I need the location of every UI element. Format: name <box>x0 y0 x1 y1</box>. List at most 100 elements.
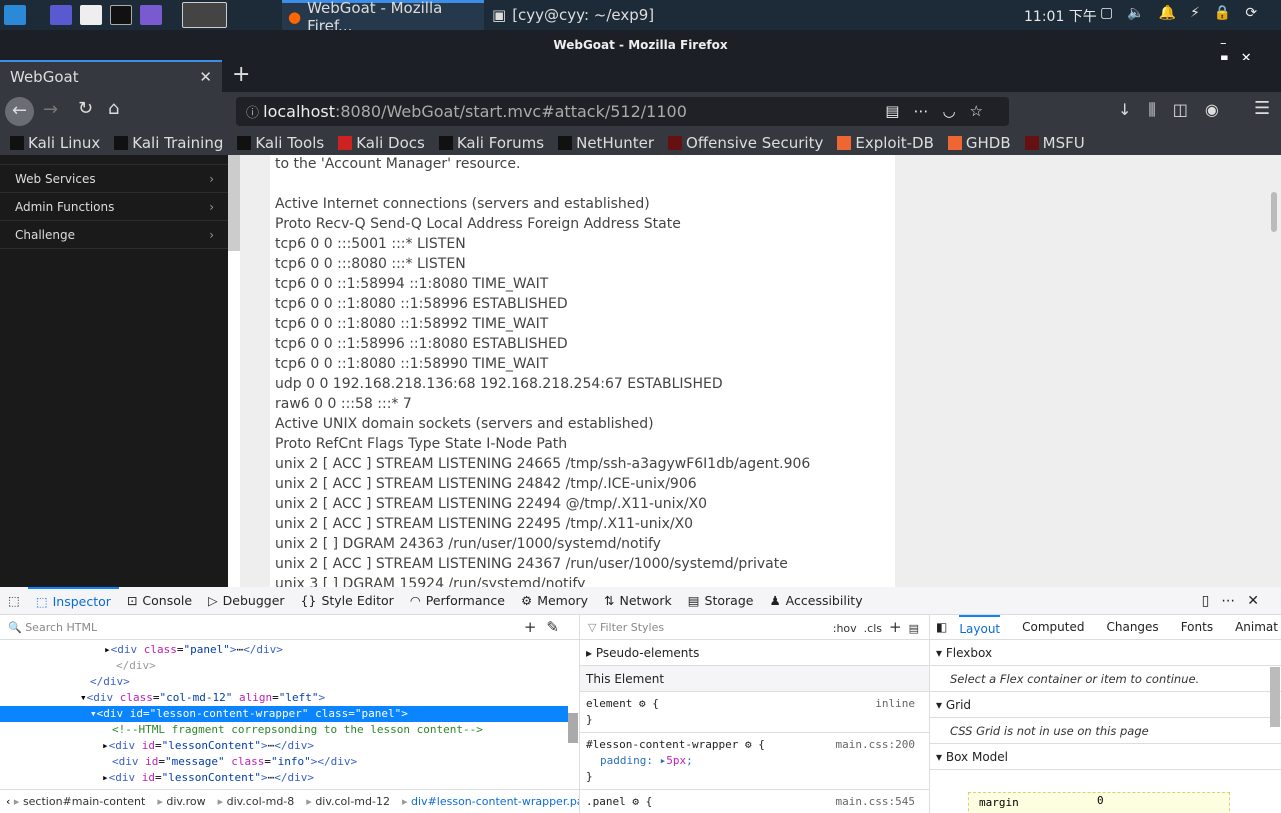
content-line: Proto RefCnt Flags Type State I-Node Pat… <box>275 436 568 452</box>
markup-node[interactable]: </div> <box>0 674 579 690</box>
css-declaration[interactable]: padding: ▸5px; <box>586 753 923 769</box>
sidebar-item-challenge[interactable]: Challenge › <box>0 221 228 249</box>
tab-performance[interactable]: ◠ Performance <box>402 587 513 615</box>
markup-node[interactable]: ▸<div id="lessonContent">⋯</div> <box>0 738 579 754</box>
bookmark-kali-training[interactable]: Kali Training <box>114 134 223 152</box>
taskbar-window-firefox[interactable]: ● WebGoat - Mozilla Firef... <box>282 0 484 35</box>
url-bar[interactable]: ⓘ localhost:8080/WebGoat/start.mvc#attac… <box>236 97 1009 126</box>
firefox-icon: ● <box>288 7 302 26</box>
bookmark-ghdb[interactable]: GHDB <box>947 133 1011 152</box>
pseudo-elements-toggle[interactable]: ▸ Pseudo-elements <box>580 640 929 666</box>
menu-button[interactable]: ☰ <box>1254 98 1270 119</box>
tab-debugger[interactable]: ▷ Debugger <box>200 587 293 615</box>
browser-tab[interactable]: WebGoat ✕ <box>0 60 222 92</box>
bookmark-icon <box>837 135 852 150</box>
markup-scrollbar[interactable] <box>568 713 578 743</box>
bookmark-exploit-db[interactable]: Exploit-DB <box>837 134 934 152</box>
desktop-icon[interactable] <box>50 5 72 25</box>
hov-toggle[interactable]: :hov <box>833 622 857 635</box>
markup-node[interactable]: ▸<div class="panel">⋯</div> <box>0 642 579 658</box>
bookmark-kali-forums[interactable]: Kali Forums <box>438 134 544 152</box>
bookmark-kali-tools[interactable]: Kali Tools <box>237 134 324 152</box>
taskbar-window-terminal[interactable]: ▣ [cyy@cyy: ~/exp9] <box>486 0 660 30</box>
breadcrumb-item[interactable]: div#lesson-content-wrapper.panel <box>411 795 579 808</box>
css-rule[interactable]: #lesson-content-wrapper ⚙ {main.css:200 p… <box>580 733 929 790</box>
breadcrumb-item[interactable]: div.col-md-8 <box>227 795 295 808</box>
tab-inspector[interactable]: ⬚ Inspector <box>27 586 119 615</box>
bookmark-label: Kali Linux <box>28 133 101 152</box>
content-line: tcp6 0 0 ::1:58996 ::1:8080 ESTABLISHED <box>275 336 568 352</box>
layout-tab-animat[interactable]: Animat <box>1235 615 1278 639</box>
rule-source-link[interactable]: main.css:545 <box>836 794 915 810</box>
url-actions[interactable]: ▤⋯◡☆ <box>885 97 997 126</box>
tab-style-editor[interactable]: {} Style Editor <box>293 587 402 615</box>
home-button[interactable]: ⌂ <box>108 98 119 119</box>
bookmark-offensive-security[interactable]: Offensive Security <box>668 134 823 152</box>
breadcrumb-item[interactable]: div.row <box>166 795 205 808</box>
bookmark-kali-docs[interactable]: Kali Docs <box>338 134 425 152</box>
layout-tab-fonts[interactable]: Fonts <box>1181 615 1213 639</box>
tab-storage[interactable]: ▤ Storage <box>680 587 762 615</box>
add-rule-button[interactable]: + <box>889 618 902 636</box>
box-model-section[interactable]: ▾ Box Model <box>930 744 1281 770</box>
lesson-content: to the 'Account Manager' resource. Active… <box>270 155 895 587</box>
markup-node-selected[interactable]: ▾<div id="lesson-content-wrapper" class=… <box>0 706 568 722</box>
element-picker-icon[interactable]: ⬚ <box>0 587 28 615</box>
tab-label: Inspector <box>52 593 111 609</box>
files-icon[interactable] <box>80 5 102 25</box>
css-rule[interactable]: .panel ⚙ {main.css:545border: ▸none; <box>580 790 929 813</box>
grid-section[interactable]: ▾ Grid <box>930 692 1281 718</box>
markup-node[interactable]: </div> <box>0 658 579 674</box>
css-rule[interactable]: element ⚙ {inline} <box>580 692 929 733</box>
devtools-controls[interactable]: ▯⋯✕ <box>1202 587 1271 615</box>
rule-source-link[interactable]: inline <box>875 696 915 712</box>
new-tab-button[interactable]: + <box>232 62 250 87</box>
print-icon[interactable]: ▤ <box>909 622 919 635</box>
recorder-icon[interactable] <box>140 5 162 25</box>
terminal-icon[interactable] <box>110 5 132 25</box>
markup-node[interactable]: <div id="message" class="info"></div> <box>0 754 579 770</box>
rule-selector: .panel <box>586 795 626 808</box>
breadcrumb-back[interactable]: ‹ <box>6 795 14 808</box>
sidebar-toggle-icon[interactable]: ◧ <box>936 615 947 639</box>
tray-icons[interactable]: ▢🔈🔔⚡🔒⟳ <box>1100 5 1271 21</box>
bookmark-label: GHDB <box>965 133 1011 152</box>
back-button[interactable]: ← <box>5 97 34 126</box>
forward-button[interactable]: → <box>43 99 58 120</box>
breadcrumb-item[interactable]: div.col-md-12 <box>315 795 390 808</box>
search-html-input[interactable]: 🔍 Search HTML +✎ <box>0 615 579 640</box>
add-node-and-eyedropper[interactable]: +✎ <box>524 615 569 640</box>
kali-menu-icon[interactable] <box>4 5 26 25</box>
cls-toggle[interactable]: .cls <box>864 622 882 635</box>
close-tab-icon[interactable]: ✕ <box>199 62 212 92</box>
markup-comment[interactable]: <!--HTML fragment correpsonding to the l… <box>0 722 579 738</box>
bookmark-nethunter[interactable]: NetHunter <box>558 134 654 152</box>
layout-scrollbar[interactable] <box>1270 667 1280 727</box>
tab-label: Memory <box>537 592 589 608</box>
rule-source-link[interactable]: main.css:200 <box>836 737 915 753</box>
bookmark-msfu[interactable]: MSFU <box>1024 134 1085 152</box>
flexbox-section[interactable]: ▾ Flexbox <box>930 640 1281 666</box>
tab-memory[interactable]: ⚙ Memory <box>513 587 596 615</box>
sidebar-item-admin-functions[interactable]: Admin Functions › <box>0 193 228 221</box>
reload-button[interactable]: ↻ <box>78 98 93 119</box>
toolbar-icons[interactable]: ↓⫼◫◉ <box>1118 100 1236 120</box>
markup-node[interactable]: ▾<div class="col-md-12" align="left"> <box>0 690 579 706</box>
margin-value[interactable]: 0 <box>1097 794 1104 807</box>
tab-accessibility[interactable]: ♟ Accessibility <box>761 587 870 615</box>
content-line: unix 2 [ ACC ] STREAM LISTENING 24665 /t… <box>275 456 811 472</box>
tab-console[interactable]: ⊡ Console <box>119 587 200 615</box>
layout-tab-changes[interactable]: Changes <box>1106 615 1158 639</box>
tab-network[interactable]: ⇅ Network <box>596 587 680 615</box>
filter-styles-input[interactable]: ▽ Filter Styles :hov .cls + ▤ <box>580 615 929 640</box>
tab-icon: ▤ <box>687 592 700 608</box>
firefox-launcher-icon[interactable] <box>182 2 227 28</box>
sidebar-item-web-services[interactable]: Web Services › <box>0 165 228 193</box>
layout-tab-layout[interactable]: Layout <box>959 615 1001 639</box>
layout-tab-computed[interactable]: Computed <box>1022 615 1084 639</box>
breadcrumb-item[interactable]: section#main-content <box>23 795 145 808</box>
page-scrollbar[interactable] <box>1271 192 1277 232</box>
markup-node[interactable]: ▸<div id="lessonContent">⋯</div> <box>0 770 579 786</box>
sidebar-scrollbar[interactable] <box>228 155 240 251</box>
bookmark-kali-linux[interactable]: Kali Linux <box>10 134 100 152</box>
